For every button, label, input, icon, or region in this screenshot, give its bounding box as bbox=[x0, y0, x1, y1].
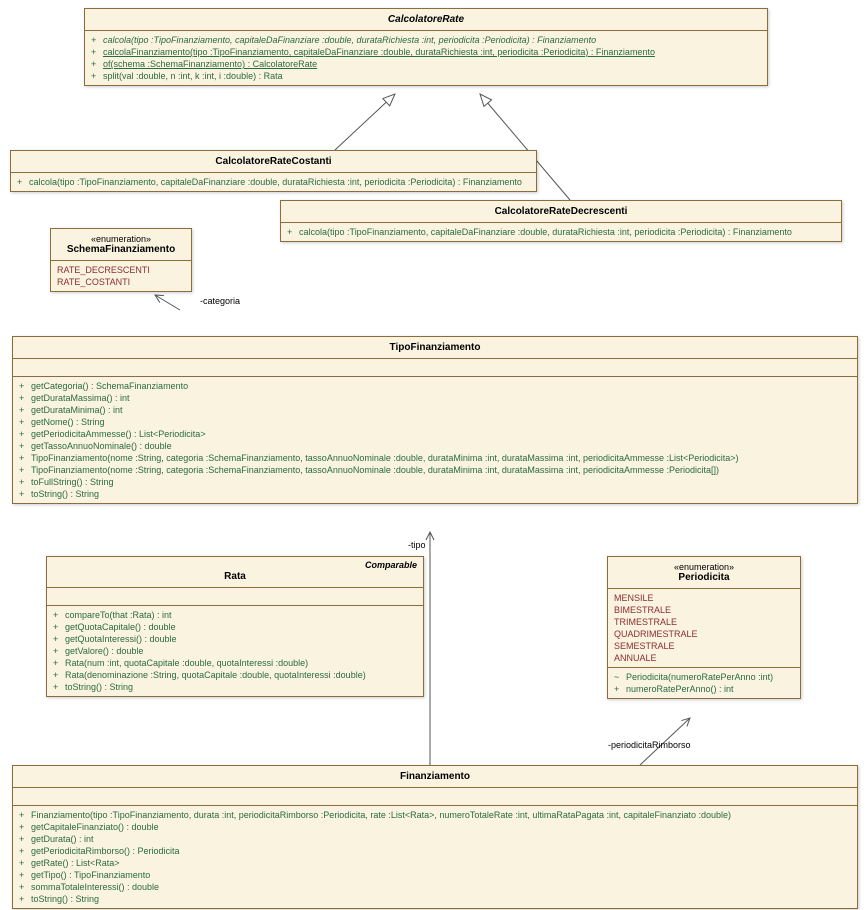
class-title: CalcolatoreRateCostanti bbox=[11, 151, 536, 173]
enum-value: RATE_DECRESCENTI bbox=[57, 264, 185, 276]
member: +getCategoria() : SchemaFinanziamento bbox=[19, 380, 851, 392]
member: +getCapitaleFinanziato() : double bbox=[19, 821, 851, 833]
member: +sommaTotaleInteressi() : double bbox=[19, 881, 851, 893]
member: +split(val :double, n :int, k :int, i :d… bbox=[91, 70, 761, 82]
member: +Rata(num :int, quotaCapitale :double, q… bbox=[53, 657, 417, 669]
member: +toFullString() : String bbox=[19, 476, 851, 488]
member: +getDurataMinima() : int bbox=[19, 404, 851, 416]
class-title: «enumeration» SchemaFinanziamento bbox=[51, 229, 191, 261]
member: +TipoFinanziamento(nome :String, categor… bbox=[19, 452, 851, 464]
member: +getTipo() : TipoFinanziamento bbox=[19, 869, 851, 881]
enum-values: MENSILEBIMESTRALETRIMESTRALEQUADRIMESTRA… bbox=[608, 589, 800, 668]
member: +getTassoAnnuoNominale() : double bbox=[19, 440, 851, 452]
enum-values: RATE_DECRESCENTIRATE_COSTANTI bbox=[51, 261, 191, 291]
class-tipo-finanziamento: TipoFinanziamento +getCategoria() : Sche… bbox=[12, 336, 858, 504]
enum-value: SEMESTRALE bbox=[614, 640, 794, 652]
class-title: CalcolatoreRate bbox=[85, 9, 767, 31]
assoc-label-periodicita: -periodicitaRimborso bbox=[608, 740, 691, 750]
assoc-label-categoria: -categoria bbox=[200, 296, 240, 306]
member: +toString() : String bbox=[19, 893, 851, 905]
member: +TipoFinanziamento(nome :String, categor… bbox=[19, 464, 851, 476]
class-methods: +compareTo(that :Rata) : int+getQuotaCap… bbox=[47, 606, 423, 696]
enum-value: RATE_COSTANTI bbox=[57, 276, 185, 288]
member: +calcola(tipo :TipoFinanziamento, capita… bbox=[287, 226, 835, 238]
class-calcolatore-rate: CalcolatoreRate +calcola(tipo :TipoFinan… bbox=[84, 8, 768, 86]
stereotype: «enumeration» bbox=[59, 234, 183, 244]
class-title: CalcolatoreRateDecrescenti bbox=[281, 201, 841, 223]
class-methods: +Finanziamento(tipo :TipoFinanziamento, … bbox=[13, 806, 857, 908]
member: +compareTo(that :Rata) : int bbox=[53, 609, 417, 621]
class-methods: +calcola(tipo :TipoFinanziamento, capita… bbox=[281, 223, 841, 241]
class-methods: +calcola(tipo :TipoFinanziamento, capita… bbox=[11, 173, 536, 191]
class-rata: Comparable Rata +compareTo(that :Rata) :… bbox=[46, 556, 424, 697]
enum-value: MENSILE bbox=[614, 592, 794, 604]
class-calcolatore-rate-costanti: CalcolatoreRateCostanti +calcola(tipo :T… bbox=[10, 150, 537, 192]
member: +getDurataMassima() : int bbox=[19, 392, 851, 404]
class-title: Finanziamento bbox=[13, 766, 857, 788]
member: +getQuotaInteressi() : double bbox=[53, 633, 417, 645]
class-attrs bbox=[13, 788, 857, 806]
interface-label: Comparable bbox=[365, 560, 417, 570]
member: +getPeriodicitaRimborso() : Periodicita bbox=[19, 845, 851, 857]
class-title: TipoFinanziamento bbox=[13, 337, 857, 359]
member: +of(schema :SchemaFinanziamento) : Calco… bbox=[91, 58, 761, 70]
enum-value: ANNUALE bbox=[614, 652, 794, 664]
enum-value: BIMESTRALE bbox=[614, 604, 794, 616]
class-methods: ~Periodicita(numeroRatePerAnno :int)+num… bbox=[608, 668, 800, 698]
enum-schema-finanziamento: «enumeration» SchemaFinanziamento RATE_D… bbox=[50, 228, 192, 292]
class-title: «enumeration» Periodicita bbox=[608, 557, 800, 589]
class-methods: +getCategoria() : SchemaFinanziamento+ge… bbox=[13, 377, 857, 503]
enum-value: TRIMESTRALE bbox=[614, 616, 794, 628]
member: +toString() : String bbox=[53, 681, 417, 693]
member: +getPeriodicitaAmmesse() : List<Periodic… bbox=[19, 428, 851, 440]
stereotype: «enumeration» bbox=[616, 562, 792, 572]
member: +getNome() : String bbox=[19, 416, 851, 428]
member: +Rata(denominazione :String, quotaCapita… bbox=[53, 669, 417, 681]
class-attrs bbox=[47, 588, 423, 606]
class-finanziamento: Finanziamento +Finanziamento(tipo :TipoF… bbox=[12, 765, 858, 909]
enum-periodicita: «enumeration» Periodicita MENSILEBIMESTR… bbox=[607, 556, 801, 699]
member: +getQuotaCapitale() : double bbox=[53, 621, 417, 633]
class-calcolatore-rate-decrescenti: CalcolatoreRateDecrescenti +calcola(tipo… bbox=[280, 200, 842, 242]
class-methods: +calcola(tipo :TipoFinanziamento, capita… bbox=[85, 31, 767, 85]
enum-value: QUADRIMESTRALE bbox=[614, 628, 794, 640]
member: +calcola(tipo :TipoFinanziamento, capita… bbox=[91, 34, 761, 46]
member: ~Periodicita(numeroRatePerAnno :int) bbox=[614, 671, 794, 683]
member: +numeroRatePerAnno() : int bbox=[614, 683, 794, 695]
class-attrs bbox=[13, 359, 857, 377]
member: +getDurata() : int bbox=[19, 833, 851, 845]
assoc-label-tipo: -tipo bbox=[408, 540, 426, 550]
member: +toString() : String bbox=[19, 488, 851, 500]
member: +calcola(tipo :TipoFinanziamento, capita… bbox=[17, 176, 530, 188]
member: +calcolaFinanziamento(tipo :TipoFinanzia… bbox=[91, 46, 761, 58]
member: +Finanziamento(tipo :TipoFinanziamento, … bbox=[19, 809, 851, 821]
class-title: Comparable Rata bbox=[47, 557, 423, 588]
member: +getRate() : List<Rata> bbox=[19, 857, 851, 869]
member: +getValore() : double bbox=[53, 645, 417, 657]
